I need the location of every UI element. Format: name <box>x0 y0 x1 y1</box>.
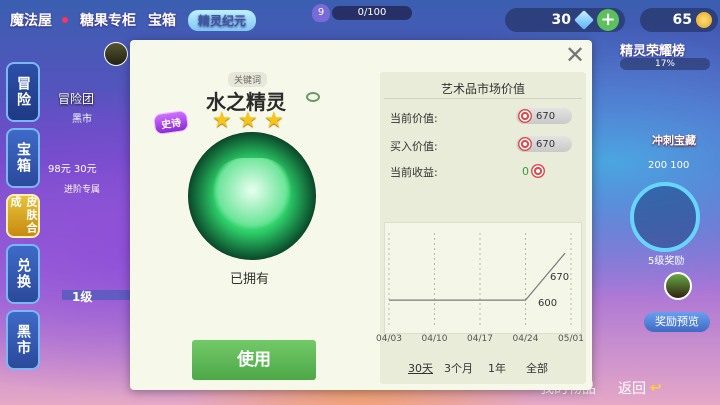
star-icon: ★ <box>238 108 258 133</box>
range-all[interactable]: 全部 <box>526 360 548 376</box>
left-nav: 冒险 宝箱 皮肤合成 兑换 黑市 <box>6 62 40 370</box>
level-badge: 9 <box>312 4 330 22</box>
low-value-label: 600 <box>538 298 558 309</box>
back-button[interactable]: 返回 ↩ <box>618 378 662 398</box>
rarity-badge: 史诗 <box>152 109 190 136</box>
close-icon[interactable]: ✕ <box>564 43 586 67</box>
x-tick-label: 04/03 <box>376 334 402 344</box>
lollipop-icon <box>531 164 545 178</box>
back-label: 返回 <box>618 381 646 397</box>
nav-adventure[interactable]: 冒险 <box>6 62 40 122</box>
coin-counter: 65 <box>640 8 718 32</box>
title-badge[interactable]: 精灵纪元 <box>188 9 257 31</box>
gem-icon <box>574 10 594 30</box>
advance-exclusive: 进阶专属 <box>64 185 101 195</box>
nav-exchange[interactable]: 兑换 <box>6 244 40 304</box>
nav-chest[interactable]: 宝箱 <box>6 128 40 188</box>
current-value-label: 当前价值: <box>390 112 438 125</box>
current-gain-label: 当前收益: <box>390 166 438 179</box>
sprint-price: 200 100 <box>648 160 690 171</box>
keyword-tag: 关键词 <box>228 72 268 87</box>
buy-value-label: 买入价值: <box>390 140 438 153</box>
series-line <box>389 252 566 301</box>
buy-value-pill: 670 <box>516 136 572 152</box>
adventure-team-label[interactable]: 冒险团 <box>58 90 94 107</box>
range-30d[interactable]: 30天 <box>408 360 433 376</box>
x-tick-label: 05/01 <box>558 334 584 344</box>
range-1y[interactable]: 1年 <box>488 360 506 376</box>
x-tick-label: 04/24 <box>512 334 539 344</box>
glory-progress: 17% <box>620 58 710 70</box>
eye-icon[interactable] <box>306 92 320 102</box>
current-gain: 0 <box>522 164 545 178</box>
coin-count: 65 <box>672 12 692 28</box>
high-value-label: 670 <box>550 272 570 283</box>
nav-skin-synthesis[interactable]: 皮肤合成 <box>6 194 40 238</box>
range-3m[interactable]: 3个月 <box>444 360 473 376</box>
back-arrow-icon: ↩ <box>650 380 662 396</box>
use-button[interactable]: 使用 <box>192 340 316 380</box>
coin-icon <box>696 12 712 28</box>
gem-counter: 30 + <box>505 8 625 32</box>
lollipop-icon <box>518 137 532 151</box>
current-value: 670 <box>536 110 556 122</box>
current-value-pill: 670 <box>516 108 572 124</box>
level5-reward: 5级奖励 <box>648 256 685 267</box>
nav-magic-house[interactable]: 魔法屋 <box>10 10 52 30</box>
nav-treasure-box[interactable]: 宝箱 <box>148 10 176 30</box>
market-value-panel: 艺术品市场价值 当前价值: 670 买入价值: 670 当前收益: 0 670 … <box>376 72 586 384</box>
reward-ring[interactable] <box>630 182 700 252</box>
player-avatar[interactable] <box>104 42 128 66</box>
star-rating: ★ ★ ★ <box>212 110 286 132</box>
current-gain-value: 0 <box>522 164 529 178</box>
x-tick-label: 04/10 <box>421 334 448 344</box>
lollipop-icon <box>518 109 532 123</box>
xp-bar: 0/100 <box>332 6 412 20</box>
black-market-label: 黑市 <box>72 114 92 125</box>
star-icon: ★ <box>212 108 232 133</box>
notification-dot <box>62 17 68 23</box>
add-gems-button[interactable]: + <box>597 9 619 31</box>
item-detail-dialog: ✕ 关键词 水之精灵 史诗 ★ ★ ★ 已拥有 使用 艺术品市场价值 当前价值:… <box>130 40 592 390</box>
nav-black-market[interactable]: 黑市 <box>6 310 40 370</box>
owned-status: 已拥有 <box>230 272 270 287</box>
water-spirit-creature <box>212 158 292 230</box>
level-label: 1级 <box>72 290 93 304</box>
nav-candy-counter[interactable]: 糖果专柜 <box>80 10 136 30</box>
divider <box>384 98 582 99</box>
sprint-treasure[interactable]: 冲刺宝藏 <box>652 132 696 148</box>
star-icon: ★ <box>264 108 284 133</box>
buy-value: 670 <box>536 138 556 150</box>
market-title: 艺术品市场价值 <box>440 82 525 96</box>
x-tick-label: 04/17 <box>467 334 493 344</box>
pack-price: 98元 30元 <box>48 164 97 175</box>
rank-avatar[interactable] <box>664 272 692 300</box>
reward-preview-button[interactable]: 奖励预览 <box>644 312 710 332</box>
gem-count: 30 <box>551 12 571 28</box>
glory-board-title[interactable]: 精灵荣耀榜 <box>620 40 685 59</box>
